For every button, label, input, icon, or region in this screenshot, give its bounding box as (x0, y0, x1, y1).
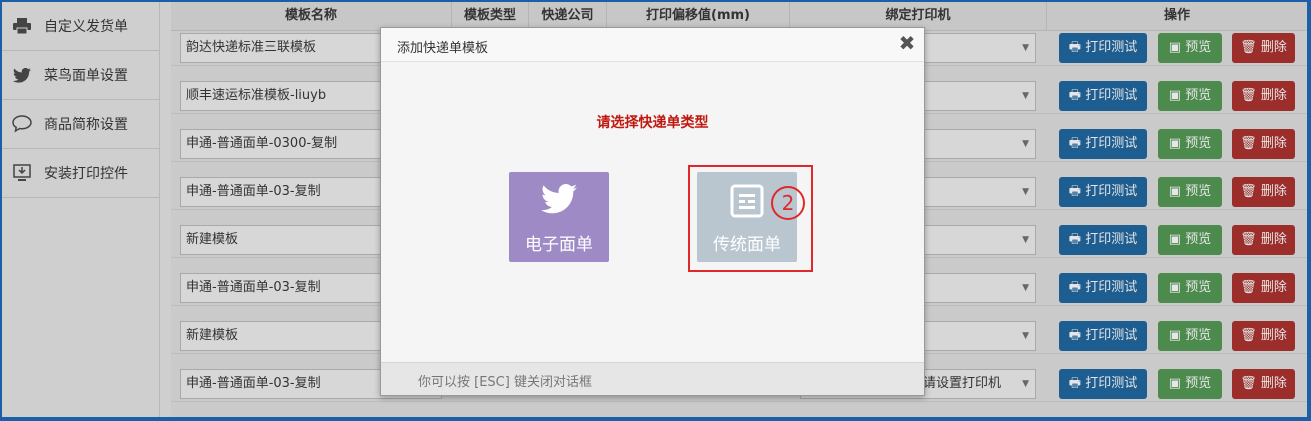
delete-button[interactable]: 🗑 删除 (1232, 225, 1295, 255)
sidebar: 自定义发货单 菜鸟面单设置 商品简称设置 安装打印控件 (2, 2, 160, 417)
delete-button[interactable]: 🗑 删除 (1232, 273, 1295, 303)
trash-icon: 🗑 (1240, 376, 1257, 391)
chevron-down-icon: ▼ (1022, 187, 1029, 197)
sidebar-item-product-alias[interactable]: 商品简称设置 (2, 100, 159, 149)
sidebar-item-label: 菜鸟面单设置 (44, 68, 128, 84)
printer-icon: 🖶 (1068, 280, 1082, 295)
image-icon: ▣ (1168, 328, 1182, 343)
twitter-bird-icon (541, 184, 577, 214)
option-label: 电子面单 (525, 235, 593, 255)
chevron-down-icon: ▼ (1022, 235, 1029, 245)
print-test-button[interactable]: 🖶 打印测试 (1059, 225, 1147, 255)
chevron-down-icon: ▼ (1022, 283, 1029, 293)
printer-icon (12, 17, 32, 35)
image-icon: ▣ (1168, 136, 1182, 151)
chevron-down-icon: ▼ (1022, 379, 1029, 389)
image-icon: ▣ (1168, 88, 1182, 103)
image-icon: ▣ (1168, 40, 1182, 55)
trash-icon: 🗑 (1240, 136, 1257, 151)
electronic-waybill-option[interactable]: 电子面单 (509, 172, 609, 262)
sidebar-item-label: 安装打印控件 (44, 166, 128, 182)
add-template-dialog: 添加快递单模板 ✖ 请选择快递单类型 电子面单 传统面单 2 你可以按 [ESC… (380, 27, 925, 396)
speech-bubble-icon (12, 115, 32, 133)
preview-button[interactable]: ▣ 预览 (1158, 225, 1222, 255)
close-icon[interactable]: ✖ (896, 32, 918, 54)
sidebar-item-label: 自定义发货单 (44, 19, 128, 35)
image-icon: ▣ (1168, 184, 1182, 199)
trash-icon: 🗑 (1240, 88, 1257, 103)
sidebar-item-cainiao[interactable]: 菜鸟面单设置 (2, 51, 159, 100)
print-test-button[interactable]: 🖶 打印测试 (1059, 369, 1147, 399)
monitor-download-icon (12, 164, 32, 182)
trash-icon: 🗑 (1240, 40, 1257, 55)
image-icon: ▣ (1168, 232, 1182, 247)
dialog-footer: 你可以按 [ESC] 键关闭对话框 (381, 362, 924, 395)
preview-button[interactable]: ▣ 预览 (1158, 81, 1222, 111)
preview-button[interactable]: ▣ 预览 (1158, 273, 1222, 303)
printer-icon: 🖶 (1068, 40, 1082, 55)
print-test-button[interactable]: 🖶 打印测试 (1059, 177, 1147, 207)
trash-icon: 🗑 (1240, 280, 1257, 295)
footer-hint: 你可以按 [ESC] 键关闭对话框 (418, 375, 592, 390)
printer-icon: 🖶 (1068, 136, 1082, 151)
dialog-prompt: 请选择快递单类型 (596, 115, 709, 131)
step-marker: 2 (771, 186, 805, 220)
delete-button[interactable]: 🗑 删除 (1232, 369, 1295, 399)
delete-button[interactable]: 🗑 删除 (1232, 33, 1295, 63)
image-icon: ▣ (1168, 280, 1182, 295)
delete-button[interactable]: 🗑 删除 (1232, 177, 1295, 207)
app-frame: 自定义发货单 菜鸟面单设置 商品简称设置 安装打印控件 模板名称 模板类型 快递… (2, 2, 1307, 417)
print-test-button[interactable]: 🖶 打印测试 (1059, 129, 1147, 159)
preview-button[interactable]: ▣ 预览 (1158, 321, 1222, 351)
chevron-down-icon: ▼ (1022, 139, 1029, 149)
printer-icon: 🖶 (1068, 232, 1082, 247)
printer-icon: 🖶 (1068, 184, 1082, 199)
dialog-header: 添加快递单模板 ✖ (381, 28, 924, 62)
preview-button[interactable]: ▣ 预览 (1158, 129, 1222, 159)
sidebar-item-label: 商品简称设置 (44, 117, 128, 133)
dialog-title: 添加快递单模板 (397, 41, 489, 56)
chevron-down-icon: ▼ (1022, 91, 1029, 101)
preview-button[interactable]: ▣ 预览 (1158, 177, 1222, 207)
chevron-down-icon: ▼ (1022, 43, 1029, 53)
trash-icon: 🗑 (1240, 184, 1257, 199)
print-test-button[interactable]: 🖶 打印测试 (1059, 33, 1147, 63)
print-test-button[interactable]: 🖶 打印测试 (1059, 273, 1147, 303)
print-test-button[interactable]: 🖶 打印测试 (1059, 321, 1147, 351)
chevron-down-icon: ▼ (1022, 331, 1029, 341)
preview-button[interactable]: ▣ 预览 (1158, 369, 1222, 399)
printer-icon: 🖶 (1068, 328, 1082, 343)
image-icon: ▣ (1168, 376, 1182, 391)
print-test-button[interactable]: 🖶 打印测试 (1059, 81, 1147, 111)
sidebar-item-install-plugin[interactable]: 安装打印控件 (2, 149, 159, 198)
delete-button[interactable]: 🗑 删除 (1232, 81, 1295, 111)
trash-icon: 🗑 (1240, 232, 1257, 247)
trash-icon: 🗑 (1240, 328, 1257, 343)
printer-icon: 🖶 (1068, 376, 1082, 391)
preview-button[interactable]: ▣ 预览 (1158, 33, 1222, 63)
sidebar-item-custom-invoice[interactable]: 自定义发货单 (2, 2, 159, 51)
printer-icon: 🖶 (1068, 88, 1082, 103)
twitter-bird-icon (12, 66, 32, 84)
delete-button[interactable]: 🗑 删除 (1232, 321, 1295, 351)
delete-button[interactable]: 🗑 删除 (1232, 129, 1295, 159)
